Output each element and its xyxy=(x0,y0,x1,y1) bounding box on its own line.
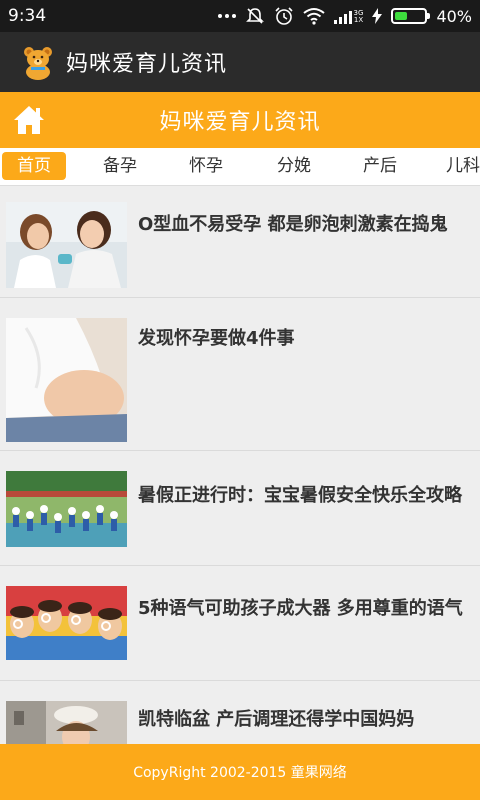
article-title[interactable]: 凯特临盆 产后调理还得学中国妈妈 xyxy=(138,705,414,731)
page-title: 妈咪爱育儿资讯 xyxy=(159,110,321,135)
more-dots-icon xyxy=(217,14,236,18)
sim-label: 1X xyxy=(353,16,364,24)
article-thumbnail xyxy=(6,471,127,547)
footer: CopyRight 2002-2015 童果网络 xyxy=(0,744,480,800)
article-title[interactable]: 5种语气可助孩子成大器 多用尊重的语气 xyxy=(138,594,463,620)
tab-pregnancy[interactable]: 怀孕 xyxy=(174,152,238,180)
article-thumbnail xyxy=(6,701,127,744)
battery-icon xyxy=(391,8,431,24)
tab-childbirth[interactable]: 分娩 xyxy=(262,152,326,180)
article-title[interactable]: 发现怀孕要做4件事 xyxy=(138,324,295,350)
app-title: 妈咪爱育儿资讯 xyxy=(66,52,228,77)
article-thumbnail xyxy=(6,586,127,660)
article-item[interactable]: 暑假正进行时：宝宝暑假安全快乐全攻略 xyxy=(0,451,480,566)
page-header: 妈咪爱育儿资讯 xyxy=(0,92,480,148)
copyright-text: CopyRight 2002-2015 童果网络 xyxy=(133,765,347,781)
wifi-icon xyxy=(302,8,325,25)
category-tabs: 首页 备孕 怀孕 分娩 产后 儿科 xyxy=(0,148,480,186)
article-item[interactable]: 凯特临盆 产后调理还得学中国妈妈 xyxy=(0,681,480,744)
status-time: 9:34 xyxy=(8,6,47,26)
article-thumbnail xyxy=(6,202,127,288)
article-title[interactable]: 暑假正进行时：宝宝暑假安全快乐全攻略 xyxy=(138,481,462,507)
status-icons: 3G 1X 40% xyxy=(217,5,472,27)
tab-pediatrics[interactable]: 儿科 xyxy=(446,152,480,180)
tab-postpartum[interactable]: 产后 xyxy=(348,152,412,180)
mute-icon xyxy=(245,8,264,24)
battery-percent: 40% xyxy=(436,6,472,26)
tab-home[interactable]: 首页 xyxy=(2,152,66,180)
article-item[interactable]: O型血不易受孕 都是卵泡刺激素在捣鬼 xyxy=(0,186,480,298)
article-list: O型血不易受孕 都是卵泡刺激素在捣鬼 发现怀孕要做4件事 暑假正进行时：宝宝暑假… xyxy=(0,186,480,744)
teddy-bear-icon xyxy=(24,47,52,80)
home-icon[interactable] xyxy=(12,104,46,136)
alarm-icon xyxy=(274,7,293,25)
status-bar: 9:34 3G 1X 40% xyxy=(0,0,480,32)
tab-pre-pregnancy[interactable]: 备孕 xyxy=(88,152,152,180)
article-title[interactable]: O型血不易受孕 都是卵泡刺激素在捣鬼 xyxy=(138,210,448,236)
article-item[interactable]: 5种语气可助孩子成大器 多用尊重的语气 xyxy=(0,566,480,681)
article-item[interactable]: 发现怀孕要做4件事 xyxy=(0,298,480,451)
signal-icon: 3G 1X xyxy=(333,8,364,24)
article-thumbnail xyxy=(6,318,127,442)
app-bar: 妈咪爱育儿资讯 xyxy=(0,32,480,92)
charging-icon xyxy=(372,8,383,24)
